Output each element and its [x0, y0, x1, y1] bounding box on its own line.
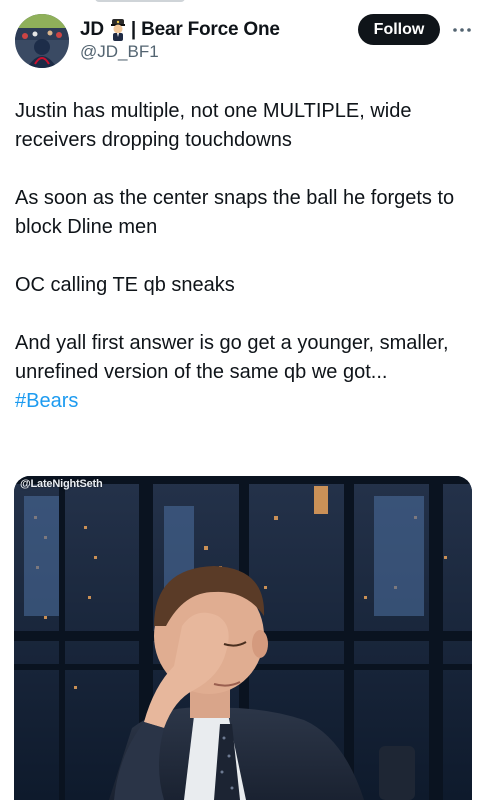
hashtag-link[interactable]: #Bears [15, 387, 475, 416]
tweet-paragraph: And yall first answer is go get a younge… [15, 329, 475, 416]
avatar-photo-icon [15, 14, 69, 68]
avatar[interactable] [15, 14, 69, 68]
previous-content-edge [0, 0, 487, 6]
more-options-icon[interactable] [451, 23, 473, 35]
follow-button[interactable]: Follow [358, 14, 440, 45]
tweet-paragraph: OC calling TE qb sneaks [15, 274, 235, 296]
author-display-name[interactable]: JD [80, 19, 104, 41]
author-name-suffix[interactable]: | Bear Force One [131, 19, 280, 41]
tweet-paragraph: Justin has multiple, not one MULTIPLE, w… [15, 100, 412, 151]
author-handle[interactable]: @JD_BF1 [80, 42, 159, 62]
tweet-paragraph: As soon as the center snaps the ball he … [15, 187, 455, 238]
late-night-host-facepalm-image [14, 476, 472, 800]
pilot-emoji-icon [109, 19, 127, 41]
author-name-row[interactable]: JD | Bear Force One [80, 18, 280, 42]
tweet-body: Justin has multiple, not one MULTIPLE, w… [15, 97, 475, 416]
media-watermark: @LateNightSeth [20, 478, 103, 490]
tweet-media-gif[interactable]: @LateNightSeth [14, 476, 472, 800]
tweet-header: JD | Bear Force One @JD_BF1 Follow [0, 10, 487, 72]
tweet-paragraph-text: And yall first answer is go get a younge… [15, 332, 449, 383]
